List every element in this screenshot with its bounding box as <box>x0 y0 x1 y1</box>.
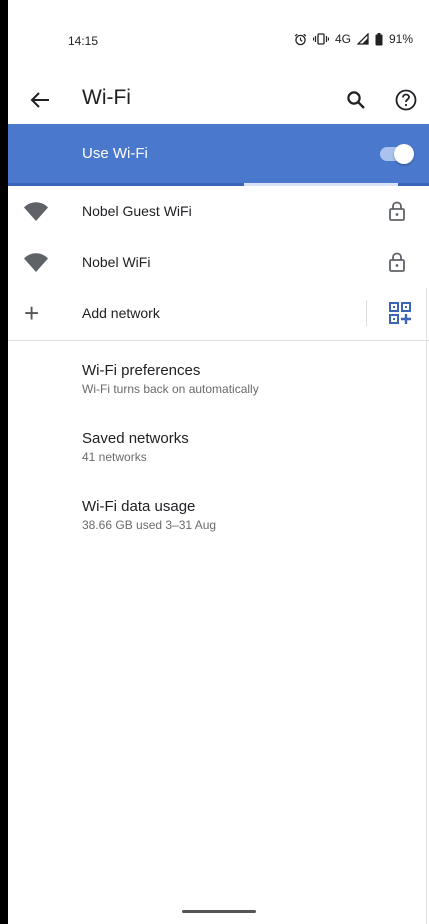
scroll-indicator <box>426 288 427 924</box>
vibrate-icon <box>312 33 329 45</box>
help-button[interactable] <box>390 84 422 116</box>
divider <box>366 300 367 326</box>
wifi-data-usage-item[interactable]: Wi-Fi data usage 38.66 GB used 3–31 Aug <box>82 498 216 532</box>
add-network-row[interactable]: + Add network <box>8 288 429 340</box>
help-icon <box>395 89 417 111</box>
back-arrow-icon <box>30 92 49 108</box>
status-bar: 14:15 4G 91% <box>8 0 429 80</box>
battery-level: 91% <box>388 32 413 46</box>
pref-subtitle: Wi-Fi turns back on automatically <box>82 382 259 396</box>
search-icon <box>347 91 365 109</box>
network-item[interactable]: Nobel WiFi <box>8 237 429 288</box>
pref-subtitle: 41 networks <box>82 450 147 464</box>
plus-icon: + <box>24 298 40 328</box>
gesture-nav-handle[interactable] <box>182 910 256 913</box>
use-wifi-label: Use Wi-Fi <box>82 145 148 162</box>
screen: 14:15 4G 91% Wi-Fi Use Wi-Fi Nobel Guest… <box>8 0 429 924</box>
network-name: Nobel WiFi <box>82 254 151 270</box>
pref-title: Saved networks <box>82 430 189 447</box>
status-time: 14:15 <box>68 34 99 48</box>
use-wifi-row[interactable]: Use Wi-Fi <box>8 124 429 184</box>
toggle-knob <box>394 144 414 164</box>
section-divider <box>8 340 429 341</box>
app-bar: Wi-Fi <box>8 80 429 124</box>
add-network-label: Add network <box>82 305 160 321</box>
network-type: 4G <box>334 32 351 46</box>
lock-icon <box>389 201 405 221</box>
wifi-toggle[interactable] <box>380 144 414 164</box>
page-title: Wi-Fi <box>82 86 131 109</box>
lock-icon <box>389 252 405 272</box>
back-button[interactable] <box>24 84 56 116</box>
battery-icon <box>375 32 383 45</box>
wifi-preferences-item[interactable]: Wi-Fi preferences Wi-Fi turns back on au… <box>82 362 259 396</box>
network-item[interactable]: Nobel Guest WiFi <box>8 186 429 237</box>
search-button[interactable] <box>340 84 372 116</box>
pref-subtitle: 38.66 GB used 3–31 Aug <box>82 518 217 532</box>
alarm-icon <box>294 33 307 45</box>
qr-code-scan-icon[interactable] <box>389 302 411 324</box>
saved-networks-item[interactable]: Saved networks 41 networks <box>82 430 189 464</box>
network-name: Nobel Guest WiFi <box>82 203 192 219</box>
pref-title: Wi-Fi data usage <box>82 498 196 515</box>
network-list: Nobel Guest WiFi Nobel WiFi + Add networ… <box>8 186 429 340</box>
wifi-signal-icon <box>24 253 48 272</box>
pref-title: Wi-Fi preferences <box>82 362 201 379</box>
signal-icon <box>356 33 369 45</box>
status-icons: 4G 91% <box>294 32 413 46</box>
wifi-signal-icon <box>24 202 48 221</box>
